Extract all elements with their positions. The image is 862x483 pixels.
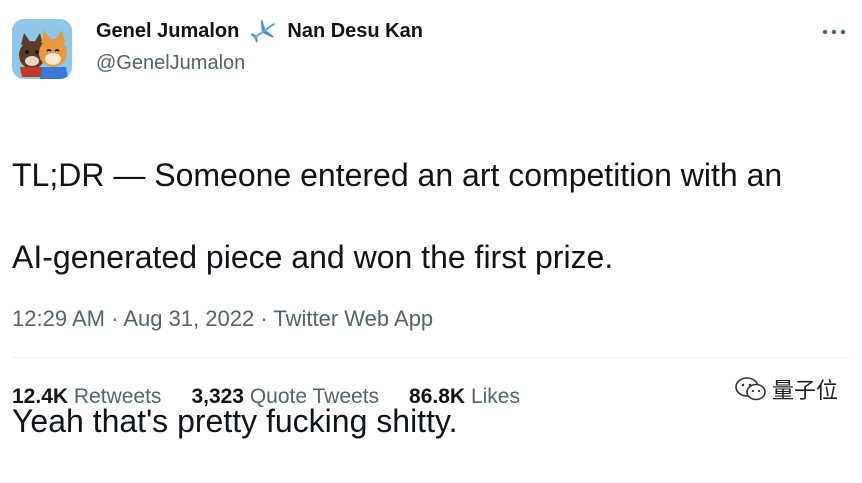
watermark: 量子位 — [734, 373, 838, 405]
more-icon — [822, 29, 846, 35]
tweet-meta: 12:29 AM · Aug 31, 2022 · Twitter Web Ap… — [12, 306, 434, 331]
divider — [12, 357, 850, 358]
tweet-text: TL;DR — Someone entered an art competiti… — [12, 114, 852, 483]
display-name-suffix[interactable]: Nan Desu Kan — [287, 20, 423, 43]
retweets-stat[interactable]: 12.4K Retweets — [12, 385, 161, 409]
likes-stat[interactable]: 86.8K Likes — [409, 385, 520, 409]
tweet-line-2: AI-generated piece and won the first pri… — [12, 239, 614, 275]
watermark-text: 量子位 — [771, 379, 838, 404]
tweet-source-link[interactable]: Twitter Web App — [273, 306, 433, 331]
shiba-dog-avatar-icon — [12, 19, 72, 79]
tweet-date: Aug 31, 2022 — [123, 306, 255, 331]
quote-tweets-stat[interactable]: 3,323 Quote Tweets — [191, 385, 379, 409]
avatar[interactable] — [12, 19, 72, 79]
engagement-stats: 12.4K Retweets 3,323 Quote Tweets 86.8K … — [12, 385, 550, 409]
tweet-line-1: TL;DR — Someone entered an art competiti… — [12, 157, 783, 193]
wechat-icon — [735, 377, 766, 401]
display-name[interactable]: Genel Jumalon — [96, 20, 239, 43]
tweet-time: 12:29 AM — [12, 306, 105, 331]
tweet-time-link[interactable]: 12:29 AM · Aug 31, 2022 — [12, 306, 254, 331]
more-options-button[interactable] — [820, 20, 848, 44]
airplane-icon — [250, 19, 276, 43]
author-name-line[interactable]: Genel Jumalon Nan Desu Kan — [96, 18, 423, 44]
user-handle[interactable]: @GenelJumalon — [96, 52, 245, 75]
